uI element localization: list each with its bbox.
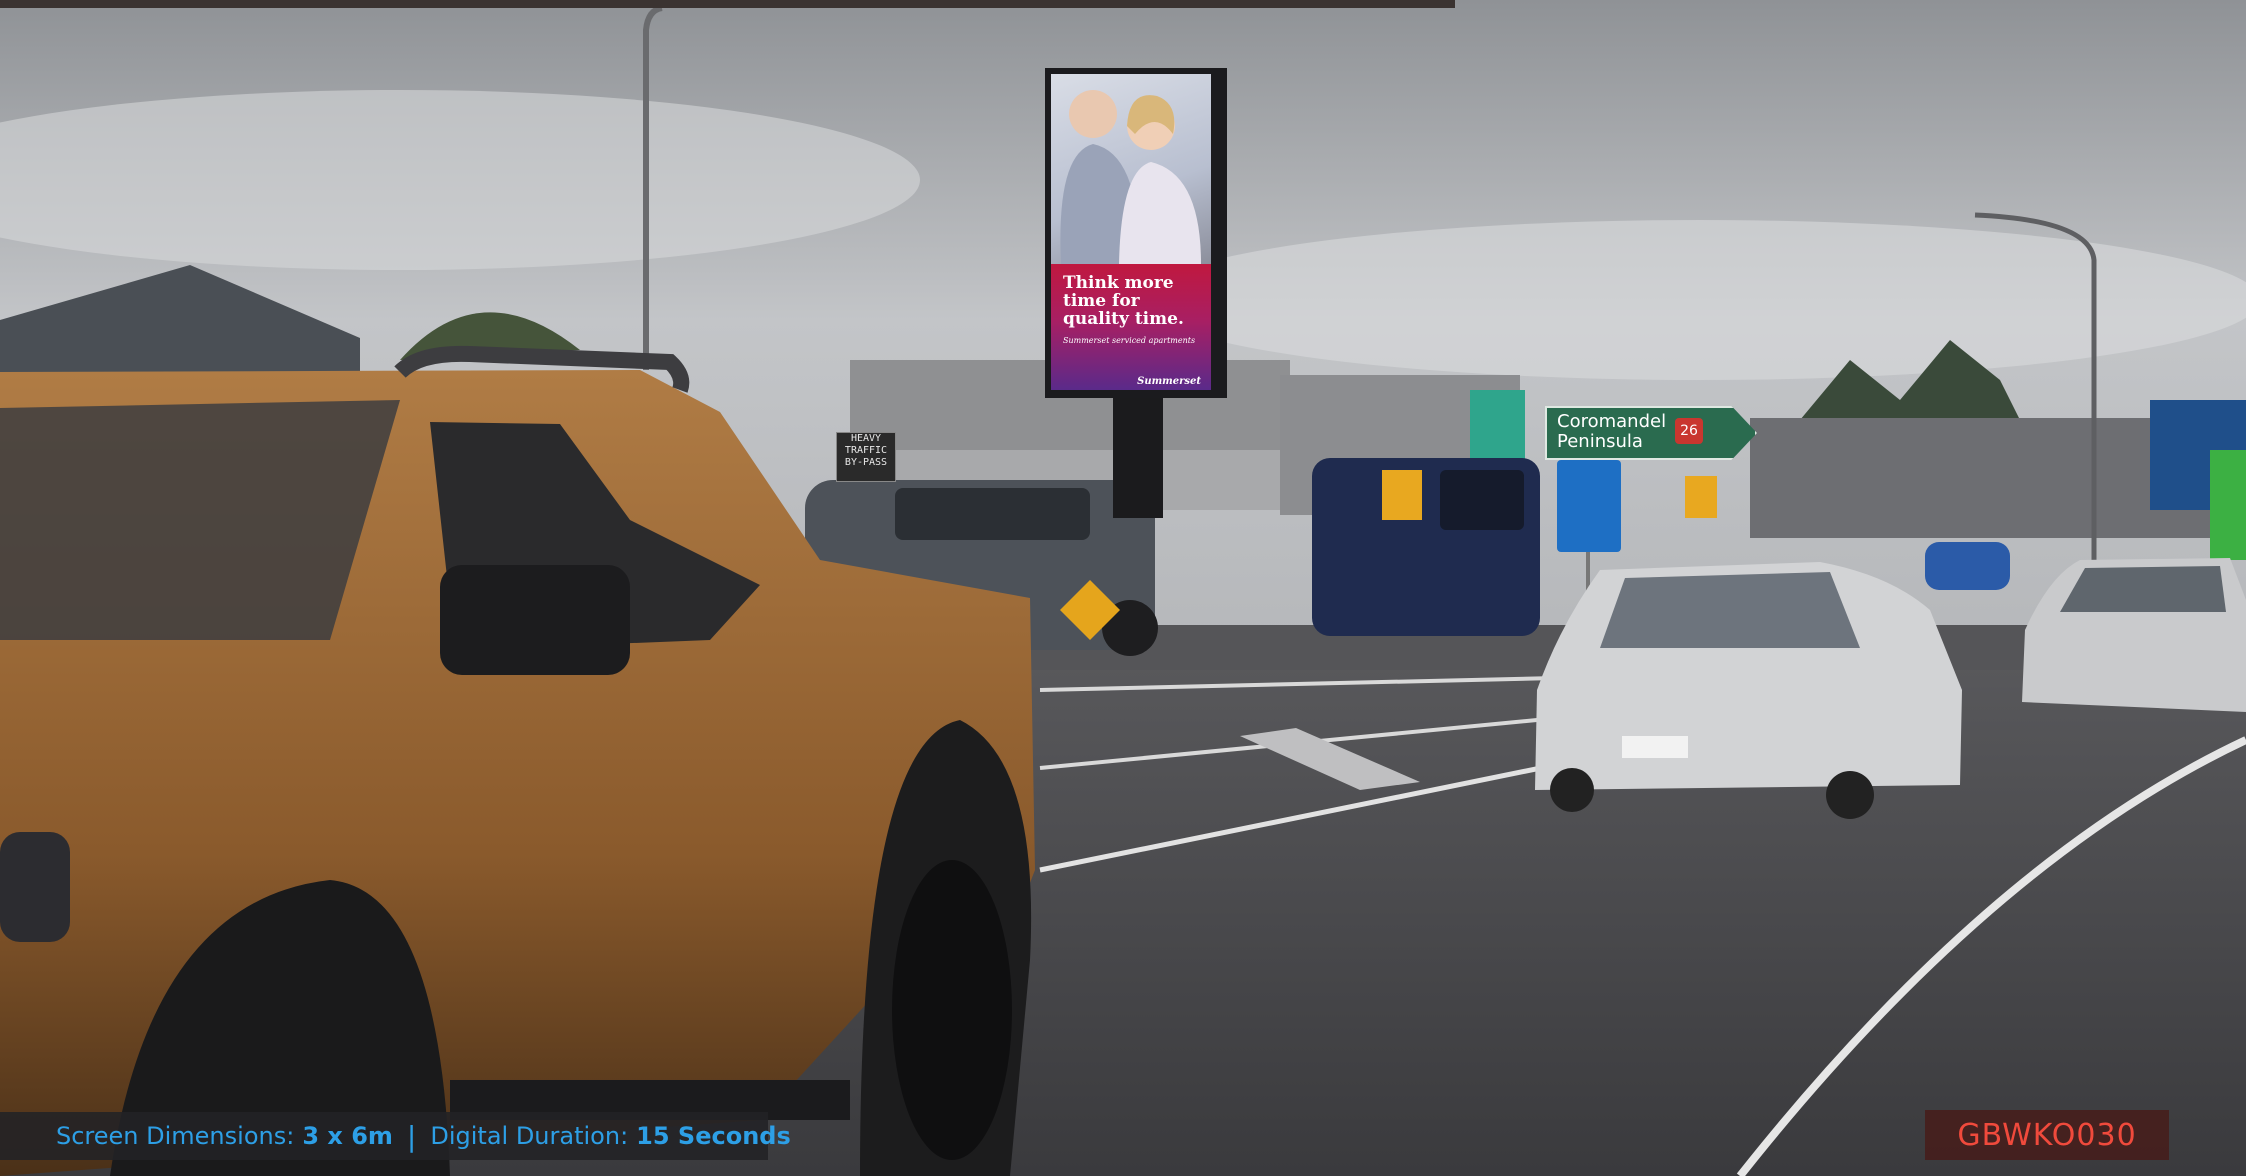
dimensions-label: Screen Dimensions: [56, 1122, 295, 1150]
billboard-site-photo: Think more time for quality time. Summer… [0, 0, 2246, 1176]
ad-photo-couple [1051, 74, 1211, 264]
truck-rear-wheel [892, 860, 1012, 1160]
duration-label: Digital Duration: [430, 1122, 629, 1150]
sedan-wheel [1826, 771, 1874, 819]
direction-road-sign: Coromandel Peninsula 26 [1545, 406, 1757, 460]
chevron-sign [1382, 470, 1422, 520]
sedan-plate [1622, 736, 1688, 758]
screen-info-caption: Screen Dimensions: 3 x 6m | Digital Dura… [0, 1112, 791, 1160]
road-sign-line2: Peninsula [1557, 431, 1643, 452]
cloud [1140, 220, 2246, 380]
dimensions-value: 3 x 6m [302, 1122, 393, 1150]
blue-car [1925, 542, 2010, 590]
caption-separator: | [406, 1119, 417, 1153]
ad-brand-logo: Summerset [1137, 376, 1201, 387]
sedan-wheel [1550, 768, 1594, 812]
road-sign-line1: Coromandel [1557, 411, 1667, 432]
top-border [0, 0, 1455, 8]
ad-headline: Think more time for quality time. [1063, 273, 1184, 329]
billboard-screen: Think more time for quality time. Summer… [1051, 74, 1211, 390]
green-sign [2210, 450, 2246, 560]
billboard-pole [1113, 398, 1163, 518]
heavy-sign-line1: HEAVY [850, 433, 882, 444]
couple-illustration [1060, 90, 1201, 264]
ad-subline: Summerset serviced apartments [1063, 336, 1196, 345]
digital-billboard: Think more time for quality time. Summer… [1045, 68, 1227, 398]
site-code-text: GBWKO030 [1957, 1117, 2137, 1153]
sedan-windshield [1600, 572, 1860, 648]
heavy-sign-line3: BY-PASS [844, 457, 888, 468]
duration-value: 15 Seconds [636, 1122, 791, 1150]
truck-windshield [0, 400, 400, 640]
truck-side-mirror [440, 565, 630, 675]
heavy-sign-line2: TRAFFIC [844, 445, 888, 456]
route-number-badge: 26 [1675, 418, 1703, 444]
car-windshield [2060, 566, 2226, 612]
site-code-badge: GBWKO030 [1925, 1110, 2169, 1160]
chevron-sign [1685, 476, 1717, 518]
service-sign [1557, 460, 1621, 552]
suv-window [895, 488, 1090, 540]
truck-headlight [0, 832, 70, 942]
van-window [1440, 470, 1524, 530]
heavy-traffic-sign: HEAVY TRAFFIC BY-PASS [836, 432, 896, 482]
